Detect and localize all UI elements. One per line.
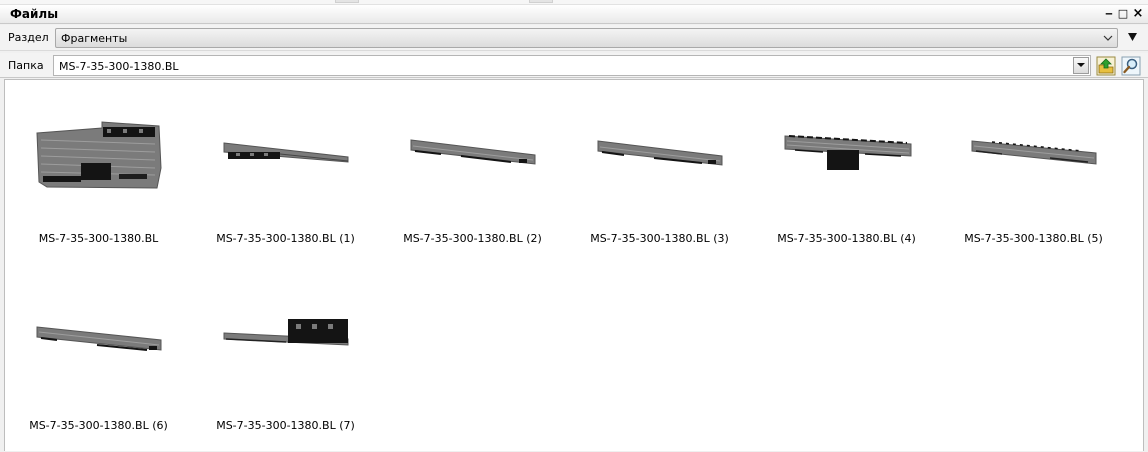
splitter-grip[interactable] (335, 0, 359, 3)
section-label: Раздел (8, 31, 49, 44)
fragment-preview-icon (597, 140, 723, 166)
file-grid: MS-7-35-300-1380.BL MS-7-35-300-1380.BL … (4, 79, 1144, 451)
fragment-preview-icon (36, 326, 162, 351)
splitter-grip[interactable] (529, 0, 553, 3)
folder-path-input[interactable]: MS-7-35-300-1380.BL (53, 55, 1091, 76)
file-name: MS-7-35-300-1380.BL (5) (964, 232, 1103, 245)
folder-dropdown-button[interactable] (1073, 57, 1089, 74)
file-item[interactable]: MS-7-35-300-1380.BL (4) (753, 80, 940, 265)
section-row: Раздел Фрагменты (0, 25, 1148, 51)
folder-up-button[interactable] (1096, 56, 1116, 76)
folder-path-value: MS-7-35-300-1380.BL (59, 60, 179, 73)
file-name: MS-7-35-300-1380.BL (7) (216, 419, 355, 432)
triangle-down-icon[interactable] (1127, 30, 1138, 47)
file-item[interactable]: MS-7-35-300-1380.BL (1) (192, 80, 379, 265)
file-name: MS-7-35-300-1380.BL (4) (777, 232, 916, 245)
fragment-preview-icon (223, 142, 349, 163)
section-select[interactable]: Фрагменты (55, 28, 1118, 48)
fragment-preview-icon (36, 121, 162, 189)
file-name: MS-7-35-300-1380.BL (38, 232, 159, 245)
panel-title: Файлы (10, 7, 59, 21)
fragment-preview-icon (784, 135, 912, 170)
folder-label: Папка (8, 59, 44, 72)
file-item[interactable]: MS-7-35-300-1380.BL (6) (5, 267, 192, 452)
file-item[interactable]: MS-7-35-300-1380.BL (5, 80, 192, 265)
folder-up-icon (1096, 56, 1116, 76)
file-name: MS-7-35-300-1380.BL (6) (29, 419, 168, 432)
section-value: Фрагменты (61, 32, 128, 45)
file-name: MS-7-35-300-1380.BL (3) (590, 232, 729, 245)
fragment-preview-icon (223, 319, 349, 346)
file-name: MS-7-35-300-1380.BL (1) (216, 232, 355, 245)
minimize-button[interactable]: ‒ (1103, 7, 1115, 21)
search-button[interactable] (1121, 56, 1141, 76)
file-item[interactable]: MS-7-35-300-1380.BL (3) (566, 80, 753, 265)
chevron-down-icon (1103, 31, 1113, 48)
triangle-down-icon (1077, 63, 1085, 67)
close-button[interactable]: × (1132, 7, 1144, 21)
maximize-button[interactable]: □ (1117, 7, 1129, 21)
file-item[interactable]: MS-7-35-300-1380.BL (7) (192, 267, 379, 452)
file-item[interactable]: MS-7-35-300-1380.BL (2) (379, 80, 566, 265)
fragment-preview-icon (971, 140, 1097, 165)
file-name: MS-7-35-300-1380.BL (2) (403, 232, 542, 245)
panel-titlebar: Файлы ‒ □ × (0, 5, 1148, 24)
folder-row: Папка MS-7-35-300-1380.BL (0, 53, 1148, 78)
file-item[interactable]: MS-7-35-300-1380.BL (5) (940, 80, 1127, 265)
magnifier-icon (1121, 56, 1141, 76)
fragment-preview-icon (410, 139, 536, 165)
